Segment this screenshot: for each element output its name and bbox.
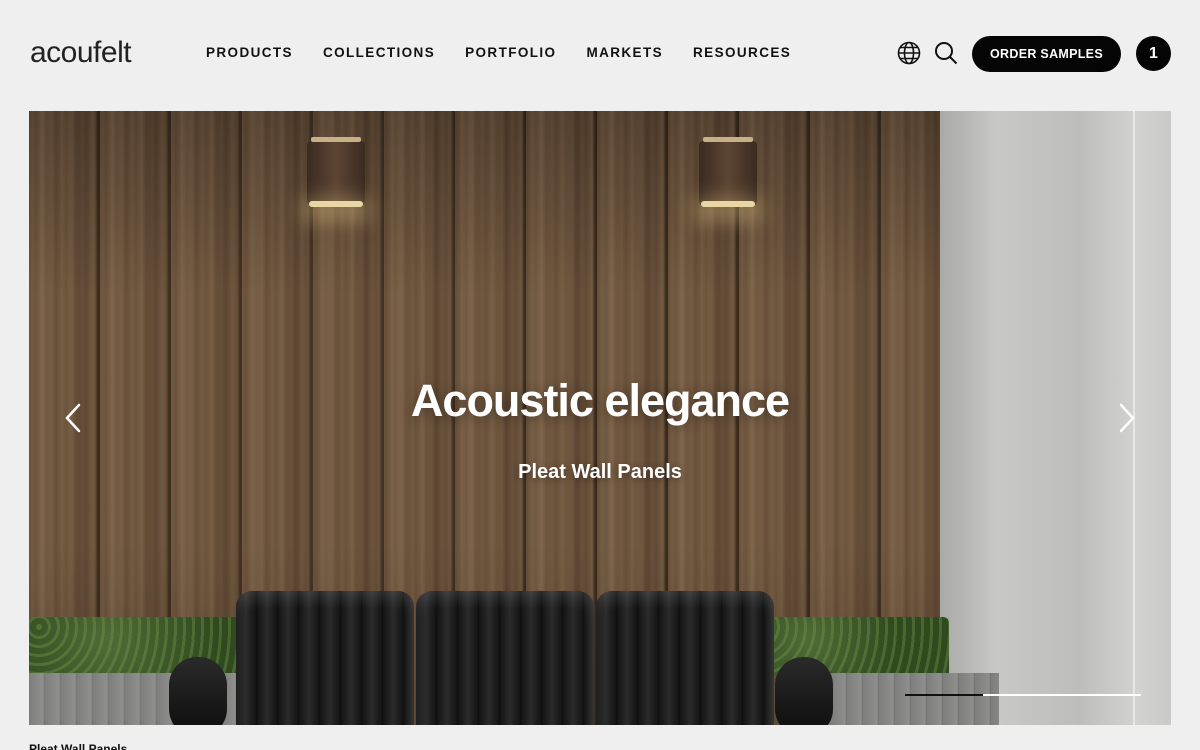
search-icon[interactable] <box>933 40 959 66</box>
logo[interactable]: acoufelt <box>30 36 132 70</box>
cart-count-button[interactable]: 1 <box>1136 36 1171 71</box>
nav-item-resources[interactable]: RESOURCES <box>693 45 791 60</box>
hero-title: Acoustic elegance <box>410 375 790 426</box>
nav-item-portfolio[interactable]: PORTFOLIO <box>465 45 556 60</box>
chevron-right-icon[interactable] <box>1111 401 1141 435</box>
wall-lamp-right <box>699 137 757 207</box>
hero-slider: Acoustic elegance Pleat Wall Panels <box>29 111 1171 725</box>
sofa-cushion <box>596 591 774 725</box>
order-samples-button[interactable]: ORDER SAMPLES <box>972 36 1121 72</box>
hero-sofa <box>169 589 833 725</box>
nav-item-collections[interactable]: COLLECTIONS <box>323 45 435 60</box>
globe-icon[interactable] <box>896 40 922 66</box>
slide-progress-fill <box>905 694 983 696</box>
site-header: acoufelt PRODUCTS COLLECTIONS PORTFOLIO … <box>0 0 1200 110</box>
main-nav: PRODUCTS COLLECTIONS PORTFOLIO MARKETS R… <box>206 45 791 60</box>
nav-item-products[interactable]: PRODUCTS <box>206 45 293 60</box>
sofa-arm-left <box>169 657 227 725</box>
chevron-left-icon[interactable] <box>59 401 89 435</box>
slide-progress-bar[interactable] <box>905 694 1141 696</box>
sofa-cushion <box>236 591 414 725</box>
nav-item-markets[interactable]: MARKETS <box>586 45 663 60</box>
cart-count: 1 <box>1149 44 1158 62</box>
slide-caption: Pleat Wall Panels <box>29 742 128 750</box>
hero-subtitle[interactable]: Pleat Wall Panels <box>29 461 1171 484</box>
logo-text: acoufelt <box>30 36 132 69</box>
wall-lamp-left <box>307 137 365 207</box>
sofa-arm-right <box>775 657 833 725</box>
sofa-cushion <box>416 591 594 725</box>
